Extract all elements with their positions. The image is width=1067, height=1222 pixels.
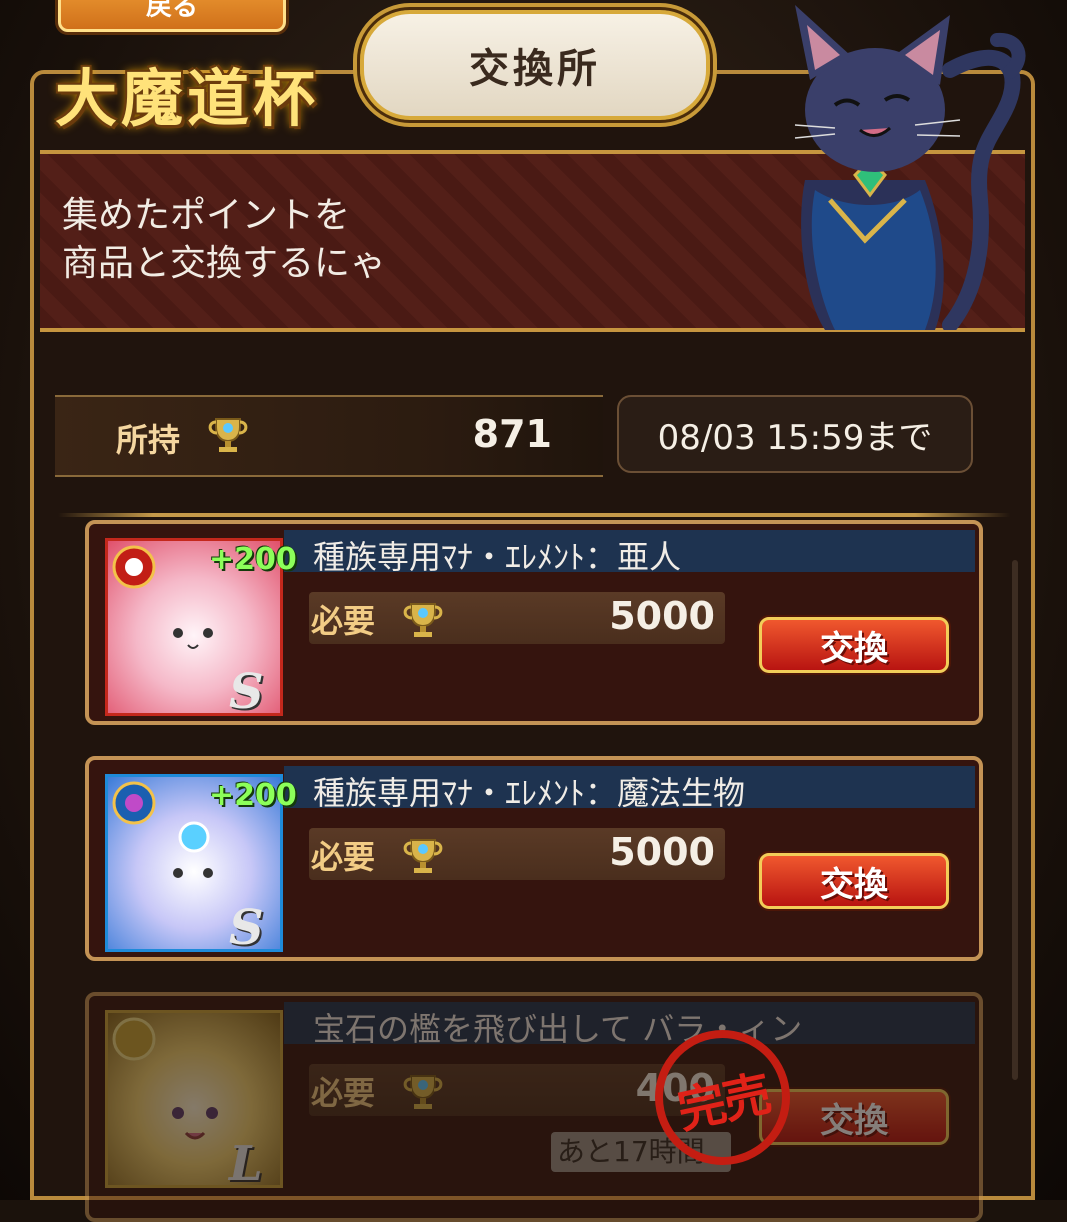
exchange-button[interactable]: 交換 xyxy=(759,853,949,909)
trophy-icon xyxy=(206,413,248,452)
item-rank: S xyxy=(229,664,264,720)
sold-out-label: 完売 xyxy=(672,1065,775,1140)
trophy-icon xyxy=(401,834,443,873)
item-name: 種族専用ﾏﾅ・ｴﾚﾒﾝﾄ：魔法生物 xyxy=(313,774,746,812)
back-button[interactable]: 戻る xyxy=(58,0,286,32)
item-bonus: +200 xyxy=(209,778,297,813)
item-rank: S xyxy=(229,900,264,956)
exchange-button[interactable]: 交換 xyxy=(759,617,949,673)
exchange-item: 種族専用ﾏﾅ・ｴﾚﾒﾝﾄ：魔法生物 +200 S 必要 5000 交換 xyxy=(85,756,983,961)
item-bonus: +200 xyxy=(209,542,297,577)
exchange-item: 種族専用ﾏﾅ・ｴﾚﾒﾝﾄ：亜人 +200 S 必要 5000 交換 xyxy=(85,520,983,725)
requirement-value: 5000 xyxy=(609,830,715,874)
item-name: 種族専用ﾏﾅ・ｴﾚﾒﾝﾄ：亜人 xyxy=(313,538,682,576)
title-plate: 交換所 xyxy=(360,10,710,120)
requirement-value: 5000 xyxy=(609,594,715,638)
event-logo: 大魔道杯 xyxy=(55,62,320,135)
mascot-message: 集めたポイントを 商品と交換するにゃ xyxy=(62,195,387,284)
owned-label: 所持 xyxy=(116,421,181,459)
owned-points-value: 871 xyxy=(472,412,552,456)
deadline-badge: 08/03 15:59まで xyxy=(617,395,973,473)
scrollbar[interactable] xyxy=(1012,560,1018,1080)
trophy-icon xyxy=(401,1070,443,1109)
exchange-item-sold-out: 宝石の檻を飛び出して バラ・ィン L 必要 400 あと17時間 交換 xyxy=(85,992,983,1222)
page-title: 交換所 xyxy=(469,45,601,92)
requirement-label: 必要 xyxy=(311,838,376,876)
mascot-cat-icon xyxy=(794,5,1026,330)
trophy-icon xyxy=(401,598,443,637)
divider xyxy=(58,513,1010,517)
requirement-label: 必要 xyxy=(311,1074,376,1112)
requirement-label: 必要 xyxy=(311,602,376,640)
item-rank: L xyxy=(229,1136,263,1192)
